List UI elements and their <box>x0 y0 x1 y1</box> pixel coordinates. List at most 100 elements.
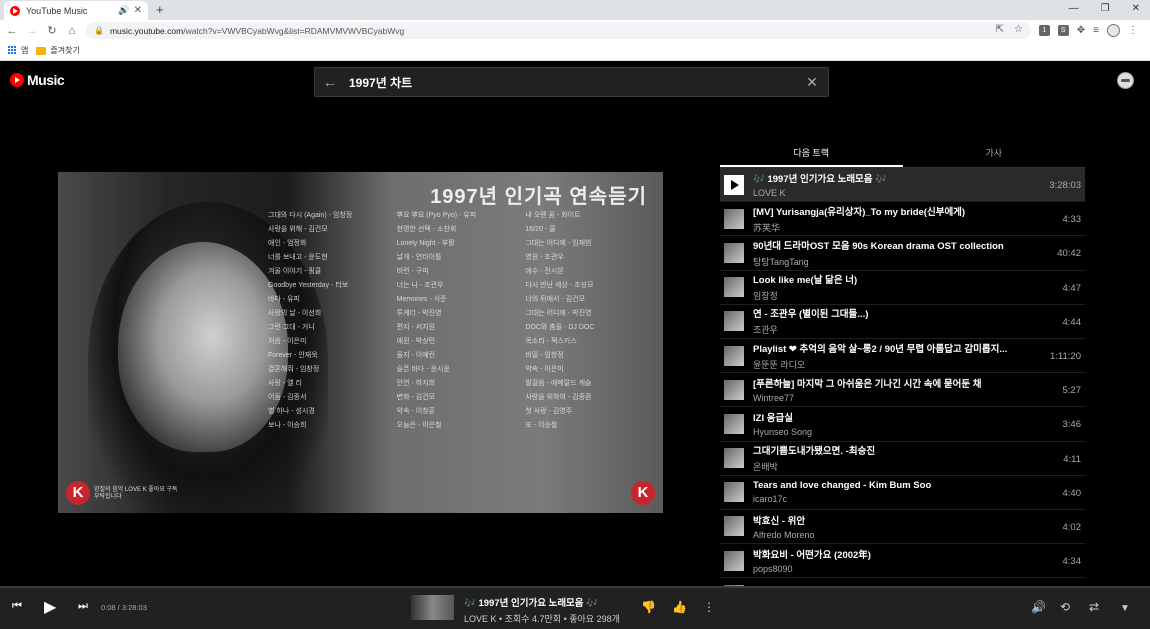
video-track-entry: 겨울 이야기 - 핑클 <box>268 268 322 275</box>
extension-s-icon[interactable]: S <box>1057 25 1069 36</box>
search-back-icon[interactable]: ← <box>315 74 345 90</box>
queue-item[interactable]: [MV] Yurisangja(유리상자)_To my bride(신부에게) 苏… <box>720 202 1085 237</box>
queue-item[interactable]: Look like me(날 닮은 너) 임창정 4:47 <box>720 271 1085 305</box>
queue-item-duration: 4:11 <box>1063 453 1081 465</box>
url-bar[interactable]: 🔒 music.youtube.com /watch?v=VWVBCyabWvg… <box>86 22 1031 39</box>
bookmark-favorites[interactable]: 즐겨찾기 <box>36 45 80 56</box>
expand-icon[interactable]: ▼ <box>1120 603 1130 614</box>
tab-lyrics[interactable]: 가사 <box>903 140 1086 167</box>
video-player[interactable]: 1997년 인기곡 연속듣기 그대와 다시 (Again) - 임창정 뿌요 뿌요… <box>58 172 663 513</box>
browser-tab[interactable]: YouTube Music 🔊 ✕ <box>4 1 148 20</box>
queue-thumbnail[interactable] <box>724 482 744 503</box>
queue-item[interactable]: 조성모 세상의 인연 (가사 첨부) <box>720 578 1085 586</box>
clear-search-icon[interactable]: ✕ <box>796 74 828 91</box>
video-track-entry: 보나 - 이승희 <box>268 422 307 429</box>
video-track-entry: 첫 사랑 - 김영주 <box>525 408 573 415</box>
channel-logo-right: K <box>631 481 655 505</box>
queue-item-title[interactable]: 박효신 - 위안 <box>753 513 1028 527</box>
close-tab-icon[interactable]: ✕ <box>134 5 142 16</box>
queue-thumbnail[interactable] <box>724 345 744 366</box>
extension-1-icon[interactable]: 1 <box>1038 25 1050 36</box>
youtube-music-logo[interactable]: Music <box>10 72 65 88</box>
forward-icon[interactable]: → <box>24 25 40 37</box>
queue-item-title[interactable]: 🎶 1997년 인기가요 노래모음 🎶 <box>753 171 1028 185</box>
queue-item[interactable]: Tears and love changed - Kim Bum Soo icar… <box>720 476 1085 510</box>
share-icon[interactable]: ⇱ <box>996 24 1004 35</box>
video-track-entry: 투게더 - 박진영 <box>396 310 442 317</box>
queue-item-duration: 4:44 <box>1062 316 1082 328</box>
queue-item[interactable]: 90년대 드라마OST 모음 90s Korean drama OST coll… <box>720 236 1085 271</box>
more-options-icon[interactable]: ⋮ <box>703 600 715 614</box>
now-playing-title[interactable]: 🎶 1997년 인기가요 노래모음 🎶 <box>464 595 620 609</box>
reading-list-icon[interactable]: ≡ <box>1093 25 1099 36</box>
queue-item-title[interactable]: Tears and love changed - Kim Bum Soo <box>753 480 1028 491</box>
previous-icon[interactable]: ⏮ <box>12 600 22 613</box>
queue-item[interactable]: Playlist ❤ 추억의 음악 살~롱2 / 90년 무렵 아름답고 감미롭… <box>720 339 1085 374</box>
queue-thumbnail[interactable] <box>724 208 744 229</box>
queue-item-info: Look like me(날 닮은 너) 임창정 <box>753 272 1085 302</box>
queue-item[interactable]: 🎶 1997년 인기가요 노래모음 🎶 LOVE K 3:28:03 <box>720 168 1085 203</box>
video-track-entry: Memories - 서준 <box>396 296 447 303</box>
back-icon[interactable]: ← <box>4 25 20 37</box>
queue-thumbnail[interactable] <box>724 277 744 298</box>
queue-item[interactable]: 박화요비 - 어떤가요 (2002年) pops8090 4:34 <box>720 544 1085 579</box>
bookmark-star-icon[interactable]: ☆ <box>1014 24 1023 35</box>
queue-item[interactable]: 연 - 조관우 (별이된 그대들...) 조관우 4:44 <box>720 305 1085 339</box>
queue-item-duration: 4:34 <box>1062 556 1082 568</box>
queue-item-title[interactable]: Playlist ❤ 추억의 음악 살~롱2 / 90년 무렵 아름답고 감미롭… <box>753 341 1028 355</box>
menu-dots-icon[interactable]: ⋮ <box>1128 25 1138 36</box>
queue-item[interactable]: 박효신 - 위안 Alfredo Moreno 4:02 <box>720 510 1085 545</box>
queue-item-artist: Wintree77 <box>753 393 795 404</box>
queue-thumbnail[interactable] <box>724 174 744 195</box>
restore-icon[interactable]: ❐ <box>1101 3 1110 14</box>
shuffle-icon[interactable]: ⇄ <box>1089 600 1099 614</box>
search-box[interactable]: ← 1997년 차트 ✕ <box>314 67 829 97</box>
next-icon[interactable]: ⏭ <box>78 600 88 613</box>
queue-thumbnail[interactable] <box>724 242 744 263</box>
queue-item-info: 연 - 조관우 (별이된 그대들...) 조관우 <box>753 306 1085 336</box>
dislike-icon[interactable]: 👎 <box>641 600 656 614</box>
repeat-icon[interactable]: ⟲ <box>1060 600 1070 614</box>
queue-thumbnail[interactable] <box>724 516 744 537</box>
video-track-entry: 약속 - 이은미 <box>525 366 564 373</box>
queue-item-info: 그대기쁨도내가됐으면. -최승진 온배박 <box>753 443 1085 473</box>
close-window-icon[interactable]: ✕ <box>1132 3 1140 14</box>
queue-item[interactable]: 그대기쁨도내가됐으면. -최승진 온배박 4:11 <box>720 442 1085 476</box>
queue-item-title[interactable]: Look like me(날 닮은 너) <box>753 272 1028 286</box>
queue-item-title[interactable]: 그대기쁨도내가됐으면. -최승진 <box>753 443 1028 457</box>
browser-tab-strip: YouTube Music 🔊 ✕ + — ❐ ✕ <box>0 0 1150 20</box>
lock-icon[interactable]: 🔒 <box>94 26 104 35</box>
queue-item-title[interactable]: [MV] Yurisangja(유리상자)_To my bride(신부에게) <box>753 204 1028 218</box>
video-track-entry: 애원 - 박상민 <box>396 338 436 345</box>
now-playing-thumbnail[interactable] <box>411 595 454 620</box>
queue-thumbnail[interactable] <box>724 379 744 400</box>
queue-item-title[interactable]: 박화요비 - 어떤가요 (2002年) <box>753 547 1028 561</box>
now-playing-subtitle[interactable]: LOVE K • 조회수 4.7만회 • 좋아요 298개 <box>464 612 620 625</box>
puzzle-icon[interactable]: ✥ <box>1077 25 1085 36</box>
video-track-entry: 오늘은 - 이은철 <box>396 422 442 429</box>
tab-up-next[interactable]: 다음 트랙 <box>720 140 903 167</box>
account-avatar[interactable] <box>1117 72 1134 89</box>
queue-thumbnail[interactable] <box>724 413 744 434</box>
queue-item-title[interactable]: IZI 응급실 <box>753 410 1028 424</box>
queue-item[interactable]: [푸른하늘] 마지막 그 아쉬움은 기나긴 시간 속에 묻어둔 채 Wintree… <box>720 373 1085 408</box>
queue-item-title[interactable]: 90년대 드라마OST 모음 90s Korean drama OST coll… <box>753 238 1028 252</box>
minimize-icon[interactable]: — <box>1069 3 1079 14</box>
profile-avatar[interactable] <box>1107 24 1120 37</box>
speaker-icon[interactable]: 🔊 <box>118 5 129 16</box>
like-icon[interactable]: 👍 <box>672 600 687 614</box>
new-tab-button[interactable]: + <box>156 2 164 17</box>
play-icon[interactable]: ▶ <box>44 597 56 617</box>
video-track-entry: 애인 - 엄정화 <box>268 240 307 247</box>
queue-item[interactable]: IZI 응급실 Hyunseo Song 3:46 <box>720 407 1085 442</box>
home-icon[interactable]: ⌂ <box>64 25 80 37</box>
queue-thumbnail[interactable] <box>724 550 744 571</box>
bookmark-apps[interactable]: 앱 <box>8 45 28 56</box>
search-input[interactable]: 1997년 차트 <box>345 74 796 91</box>
volume-icon[interactable]: 🔊 <box>1031 600 1046 614</box>
queue-item-title[interactable]: 연 - 조관우 (별이된 그대들...) <box>753 306 1028 320</box>
queue-item-title[interactable]: [푸른하늘] 마지막 그 아쉬움은 기나긴 시간 속에 묻어둔 채 <box>753 376 1028 390</box>
queue-thumbnail[interactable] <box>724 311 744 332</box>
queue-thumbnail[interactable] <box>724 448 744 469</box>
reload-icon[interactable]: ↻ <box>44 24 60 37</box>
